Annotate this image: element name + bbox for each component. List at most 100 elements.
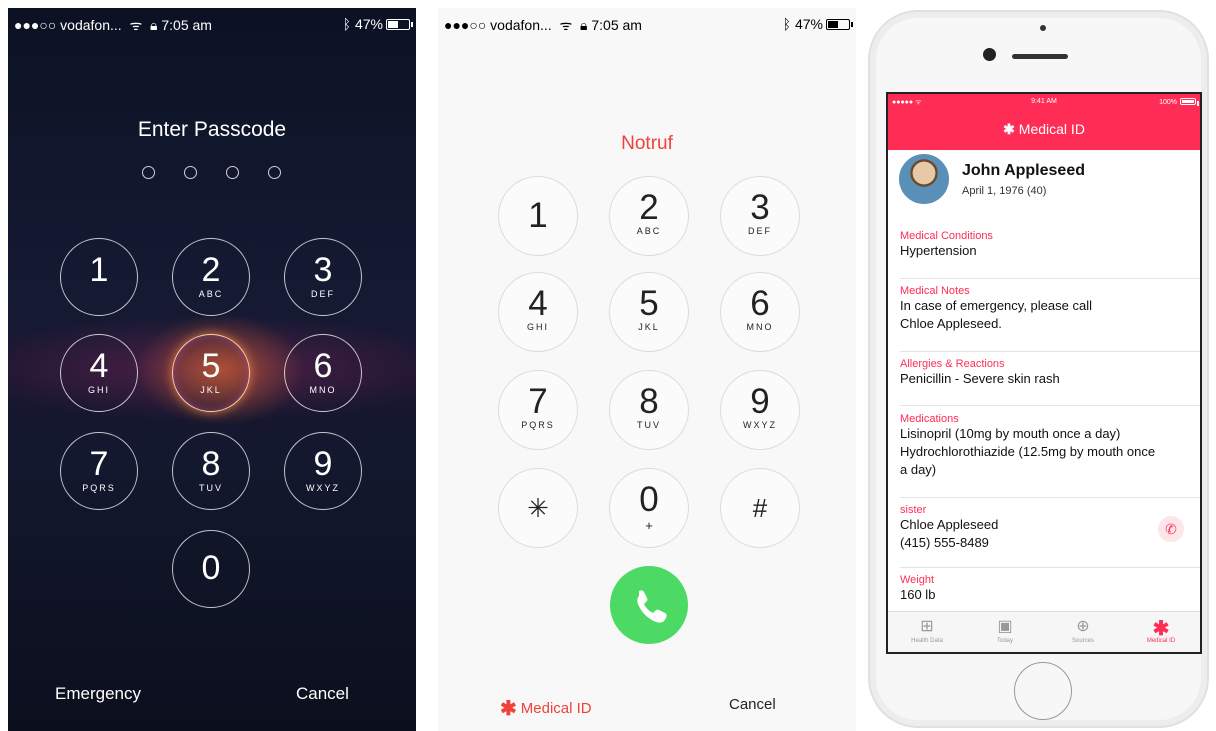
key-5[interactable]: 5 JKL: [172, 334, 250, 412]
tab-health-data[interactable]: ⊞ Health Data: [888, 616, 966, 644]
medication-line: Lisinopril (10mg by mouth once a day): [900, 426, 1121, 441]
bluetooth-icon: ᛒ: [782, 16, 795, 32]
medication-line: Hydrochlorothiazide (12.5mg by mouth onc…: [900, 444, 1156, 459]
divider: [900, 351, 1200, 352]
notes-label: Medical Notes: [900, 285, 970, 297]
divider: [900, 497, 1200, 498]
allergies-section: Allergies & Reactions Penicillin - Sever…: [900, 358, 1200, 388]
asterisk-icon: ✱: [1152, 618, 1170, 640]
phone-icon: ✆: [1165, 521, 1177, 537]
divider: [900, 567, 1200, 568]
wifi-icon: ᯤ: [125, 17, 143, 33]
dial-key-star[interactable]: ✳: [498, 468, 578, 548]
battery-icon: [826, 19, 853, 30]
home-button[interactable]: [1014, 662, 1072, 720]
divider: [900, 278, 1200, 279]
cancel-button[interactable]: Cancel: [296, 684, 349, 704]
dial-key-7[interactable]: 7 PQRS: [498, 370, 578, 450]
key-3[interactable]: 3 DEF: [284, 238, 362, 316]
dial-key-9[interactable]: 9 WXYZ: [720, 370, 800, 450]
earpiece-speaker: [1012, 54, 1068, 59]
allergies-value: Penicillin - Severe skin rash: [900, 371, 1060, 386]
dial-key-1[interactable]: 1: [498, 176, 578, 256]
time-label: 7:05 am: [161, 17, 212, 33]
lock-icon: 🔒︎: [146, 17, 158, 33]
patient-name: John Appleseed: [962, 162, 1085, 179]
notes-line: Chloe Appleseed.: [900, 316, 1002, 331]
dial-key-0[interactable]: 0 +: [609, 468, 689, 548]
status-bar: ●●●○○ vodafon... ᯤ 🔒︎ 7:05 am ᛒ 47%: [444, 16, 853, 36]
tab-sources[interactable]: ⊕ Sources: [1044, 616, 1122, 644]
passcode-dot: [184, 166, 197, 179]
battery-icon: [386, 19, 413, 30]
key-2[interactable]: 2 ABC: [172, 238, 250, 316]
grid-icon: ⊞: [920, 618, 934, 635]
dial-key-3[interactable]: 3 DEF: [720, 176, 800, 256]
divider: [900, 405, 1200, 406]
key-9[interactable]: 9 WXYZ: [284, 432, 362, 510]
dial-key-6[interactable]: 6 MNO: [720, 272, 800, 352]
notes-section: Medical Notes In case of emergency, plea…: [900, 285, 1200, 333]
medications-section: Medications Lisinopril (10mg by mouth on…: [900, 413, 1200, 479]
contact-name: Chloe Appleseed: [900, 517, 999, 532]
dial-key-8[interactable]: 8 TUV: [609, 370, 689, 450]
dial-key-5[interactable]: 5 JKL: [609, 272, 689, 352]
sensor-dot: [1040, 25, 1046, 31]
avatar: [899, 154, 949, 204]
download-icon: ⊕: [1076, 618, 1090, 635]
notes-line: In case of emergency, please call: [900, 298, 1092, 313]
patient-dob: April 1, 1976 (40): [962, 185, 1047, 197]
weight-value: 160 lb: [900, 587, 936, 602]
lock-icon: 🔒︎: [576, 17, 588, 33]
medical-id-phone: ●●●●● ᯤ 9:41 AM 100% ✱ Medical ID John Ap…: [866, 8, 1216, 731]
dial-key-2[interactable]: 2 ABC: [609, 176, 689, 256]
weight-label: Weight: [900, 574, 935, 586]
emergency-contact-section: sister Chloe Appleseed (415) 555-8489: [900, 504, 1200, 552]
medical-id-header: ●●●●● ᯤ 9:41 AM 100% ✱ Medical ID: [888, 94, 1200, 150]
phone-icon: [637, 590, 667, 623]
bluetooth-icon: ᛒ: [342, 16, 355, 32]
medical-id-title: ✱ Medical ID: [1003, 121, 1085, 137]
weight-section: Weight 160 lb: [900, 574, 1200, 604]
passcode-title: Enter Passcode: [137, 118, 287, 141]
status-bar: ●●●○○ vodafon... ᯤ 🔒︎ 7:05 am ᛒ 47%: [14, 16, 413, 36]
medical-id-label: Medical ID: [520, 700, 592, 717]
medication-line: a day): [900, 462, 937, 477]
calendar-icon: ▣: [997, 618, 1013, 635]
front-camera: [983, 48, 996, 61]
dial-key-4[interactable]: 4 GHI: [498, 272, 578, 352]
passcode-dot: [268, 166, 281, 179]
passcode-dot: [226, 166, 239, 179]
key-1[interactable]: 1: [60, 238, 138, 316]
call-contact-button[interactable]: ✆: [1158, 516, 1184, 542]
key-4[interactable]: 4 GHI: [60, 334, 138, 412]
conditions-value: Hypertension: [900, 243, 977, 258]
key-7[interactable]: 7 PQRS: [60, 432, 138, 510]
wifi-icon: ᯤ: [555, 17, 573, 33]
key-0[interactable]: 0: [172, 530, 250, 608]
lock-screen: ●●●○○ vodafon... ᯤ 🔒︎ 7:05 am ᛒ 47% Ente…: [8, 8, 416, 731]
call-button[interactable]: [610, 566, 688, 644]
passcode-dot: [142, 166, 155, 179]
dialer-title: Notruf: [621, 133, 673, 154]
key-8[interactable]: 8 TUV: [172, 432, 250, 510]
tab-bar: ⊞ Health Data ▣ Today ⊕ Sources ✱ Medical ID: [888, 611, 1200, 652]
battery-percent: 100%: [1159, 99, 1177, 106]
conditions-section: Medical Conditions Hypertension: [900, 230, 1200, 260]
asterisk-icon: ✱: [500, 698, 517, 720]
time-label: 9:41 AM: [1031, 98, 1057, 105]
medical-id-button[interactable]: ✱ Medical ID: [500, 696, 592, 721]
contact-phone: (415) 555-8489: [900, 535, 989, 550]
key-6[interactable]: 6 MNO: [284, 334, 362, 412]
battery-percent: 47%: [354, 16, 383, 32]
cancel-button[interactable]: Cancel: [729, 696, 776, 713]
tab-today[interactable]: ▣ Today: [966, 616, 1044, 644]
emergency-button[interactable]: Emergency: [55, 684, 141, 704]
battery-percent: 47%: [794, 16, 823, 32]
dial-key-hash[interactable]: #: [720, 468, 800, 548]
status-bar: ●●●●● ᯤ 9:41 AM 100%: [892, 98, 1199, 108]
carrier-label: ●●●○○ vodafon...: [14, 17, 122, 33]
tab-medical-id[interactable]: ✱ Medical ID: [1122, 616, 1200, 644]
time-label: 7:05 am: [591, 17, 642, 33]
contact-relation: sister: [900, 504, 927, 516]
